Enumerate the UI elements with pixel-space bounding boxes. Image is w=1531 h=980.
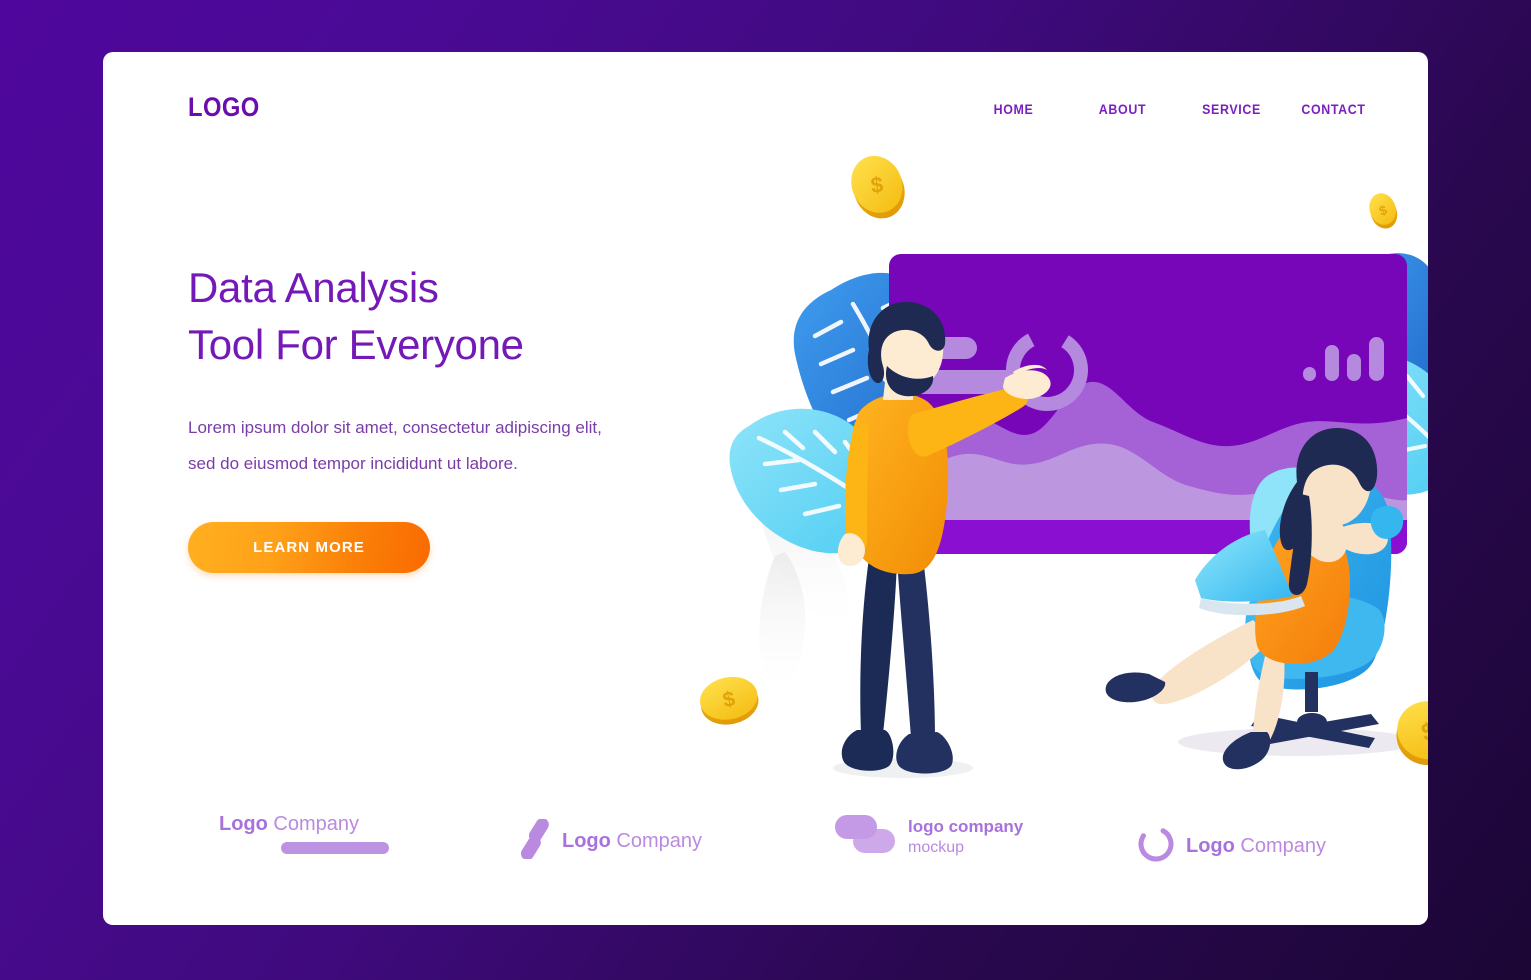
coin-top-left: $ — [851, 155, 905, 219]
brand-logo-company-mockup[interactable]: logo company mockup — [833, 811, 1023, 862]
brand-3-text: logo company mockup — [908, 816, 1023, 858]
chair-base-hub — [1297, 713, 1327, 731]
mini-bar-1 — [1303, 367, 1316, 381]
svg-text:$: $ — [870, 172, 885, 198]
double-slash-icon — [520, 818, 553, 864]
brand-logo-company-circle[interactable]: Logo Company — [1135, 823, 1326, 870]
chair-post — [1305, 672, 1318, 712]
overlapping-pills-icon — [833, 811, 899, 862]
brand-logo-company-bar[interactable]: Logo Company — [219, 813, 389, 854]
mini-bar-2 — [1325, 345, 1339, 381]
brand-3-line2: mockup — [908, 838, 965, 856]
learn-more-button[interactable]: LEARN MORE — [188, 522, 430, 573]
brand-3-line1: logo company — [908, 816, 1024, 836]
man-shoe-back — [841, 730, 894, 771]
coin-bottom-right: $ — [1396, 701, 1428, 766]
c-circle-icon — [1135, 823, 1177, 870]
mini-bar-3 — [1347, 354, 1361, 381]
site-logo[interactable]: LOGO — [188, 92, 260, 123]
brand-1-text: Logo Company — [219, 813, 360, 835]
brand-logo-company-slashes[interactable]: Logo Company — [520, 818, 703, 864]
coin-top-right: $ — [1369, 193, 1398, 229]
landing-page-card: LOGO HOME ABOUT SERVICE CONTACT Data Ana… — [103, 52, 1428, 925]
brand-1-underline-bar — [281, 842, 389, 854]
hero-subcopy: Lorem ipsum dolor sit amet, consectetur … — [188, 418, 602, 473]
mini-bar-4 — [1369, 337, 1384, 381]
man-leg-front — [897, 558, 935, 752]
coin-bottom-left: $ — [700, 676, 759, 725]
man-shoe-front — [896, 732, 953, 774]
brand-logo-row: Logo Company Logo Company logo company m… — [103, 797, 1428, 887]
hero-illustration: $ $ $ $ — [553, 82, 1428, 782]
man-leg-back — [860, 558, 897, 748]
hero-headline: Data Analysis Tool For Everyone — [188, 264, 524, 368]
brand-4-text: Logo Company — [1186, 835, 1327, 857]
brand-2-text: Logo Company — [562, 830, 703, 852]
